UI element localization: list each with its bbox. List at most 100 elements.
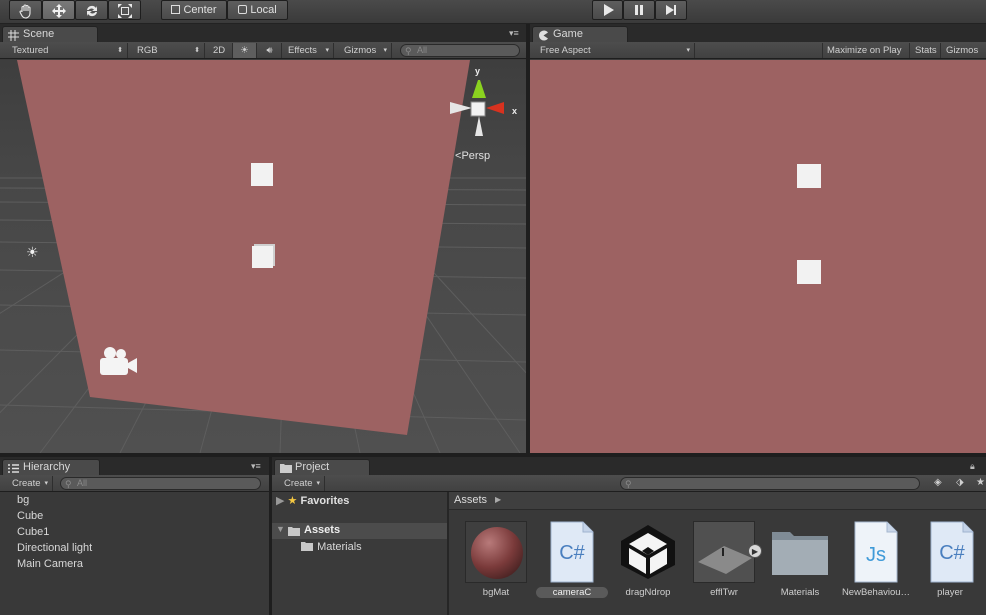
scale-icon — [117, 4, 132, 18]
expand-prefab-icon[interactable]: ▶ — [748, 544, 762, 558]
pacman-game-icon — [539, 30, 548, 41]
project-search-input[interactable]: ⚲ — [620, 477, 920, 490]
dropdown-arrow-icon: ▾ — [383, 47, 387, 54]
material-sphere-icon — [465, 521, 527, 583]
pivot-center-toggle[interactable]: Center — [161, 0, 227, 20]
tab-game[interactable]: Game — [532, 26, 628, 43]
project-create-dropdown[interactable]: Create ▾ — [280, 476, 325, 491]
speaker-icon: 🔊︎ — [266, 45, 273, 56]
gizmo-y-label: y — [475, 66, 481, 76]
asset-label: player — [937, 587, 963, 598]
scene-viewport[interactable]: ☀ y x <Persp — [0, 60, 526, 453]
gizmos-dropdown[interactable]: Gizmos ▾ — [340, 43, 392, 58]
tab-game-label: Game — [553, 28, 583, 40]
tab-hierarchy[interactable]: Hierarchy — [2, 459, 100, 476]
hierarchy-item-main-camera[interactable]: Main Camera — [17, 556, 83, 572]
hierarchy-item-cube1[interactable]: Cube1 — [17, 524, 49, 540]
favorites-node[interactable]: ▶ ★ Favorites — [276, 494, 349, 507]
project-control-bar: Create ▾ ⚲ ◈ ⬗ ★ — [272, 475, 986, 492]
filter-by-label-icon[interactable]: ⬗ — [956, 477, 964, 488]
main-camera-icon[interactable] — [96, 345, 140, 379]
pause-button[interactable] — [623, 0, 655, 20]
folder-icon — [288, 527, 300, 536]
tab-project[interactable]: Project — [274, 459, 370, 476]
hierarchy-create-dropdown[interactable]: Create ▾ — [8, 476, 53, 491]
game-cube-object — [797, 164, 821, 188]
render-mode-dropdown[interactable]: RGB ⬍ — [133, 43, 205, 58]
breadcrumb-assets[interactable]: Assets — [454, 494, 487, 506]
svg-text:C#: C# — [559, 542, 585, 564]
scale-tool-button[interactable] — [108, 0, 141, 20]
favorites-label: Favorites — [300, 495, 350, 507]
maximize-label: Maximize on Play — [827, 45, 902, 56]
project-tabbar: Project 🔒︎ — [272, 457, 986, 476]
projection-toggle[interactable]: <Persp — [455, 150, 490, 162]
dropdown-arrow-icon: ⬍ — [194, 47, 200, 54]
aspect-label: Free Aspect — [540, 45, 591, 56]
local-label: Local — [250, 4, 277, 16]
hierarchy-tabbar: Hierarchy ▾≡ — [0, 457, 269, 476]
game-control-bar: Free Aspect ▾ Maximize on Play Stats Gizm… — [530, 42, 986, 59]
hierarchy-item-bg[interactable]: bg — [17, 492, 29, 508]
hand-tool-button[interactable] — [9, 0, 42, 20]
shading-mode-dropdown[interactable]: Textured ⬍ — [8, 43, 128, 58]
game-viewport[interactable] — [530, 60, 986, 453]
orientation-gizmo[interactable] — [446, 64, 526, 140]
gizmos-label: Gizmos — [344, 45, 377, 56]
play-button[interactable] — [592, 0, 623, 20]
dropdown-arrow-icon: ▾ — [686, 47, 690, 54]
assets-node[interactable]: ▼ Assets — [272, 523, 447, 539]
pivot-label: Center — [183, 4, 217, 16]
breadcrumb: Assets ▶ — [449, 492, 986, 510]
asset-label: NewBehaviou… — [841, 587, 911, 598]
materials-label: Materials — [317, 541, 362, 553]
panel-menu-icon[interactable]: ▾≡ — [251, 461, 261, 472]
expand-arrow-icon: ▼ — [276, 524, 285, 534]
tab-scene[interactable]: Scene — [2, 26, 98, 43]
scene-audio-toggle[interactable]: 🔊︎ — [258, 43, 282, 58]
toggle-2d-label: 2D — [213, 45, 226, 56]
scene-lighting-toggle[interactable]: ☀ — [233, 43, 257, 58]
toggle-2d-button[interactable]: 2D — [209, 43, 233, 58]
hierarchy-item-directional-light[interactable]: Directional light — [17, 540, 92, 556]
pivot-local-toggle[interactable]: Local — [227, 0, 288, 20]
hierarchy-panel: Hierarchy ▾≡ Create ▾ ⚲ All bg Cube Cube1 … — [0, 457, 269, 615]
svg-text:C#: C# — [939, 542, 965, 564]
lock-icon[interactable]: 🔒︎ — [970, 461, 975, 472]
stats-toggle[interactable]: Stats — [911, 43, 941, 58]
panel-menu-icon[interactable]: ▾≡ — [509, 28, 519, 39]
cube-object[interactable] — [251, 163, 273, 186]
project-create-label: Create — [284, 478, 313, 489]
scene-search-input[interactable]: ⚲ All — [400, 44, 520, 57]
chevron-right-icon: ▶ — [495, 495, 502, 504]
game-tabbar: Game — [530, 24, 986, 43]
main-toolbar: Center Local — [0, 0, 986, 24]
scene-tabbar: Scene ▾≡ — [0, 24, 527, 43]
shading-mode-label: Textured — [12, 45, 49, 56]
hierarchy-search-placeholder: All — [77, 478, 88, 488]
dropdown-arrow-icon: ▾ — [44, 480, 48, 487]
game-gizmos-toggle[interactable]: Gizmos — [942, 43, 986, 58]
scene-control-bar: Textured ⬍ RGB ⬍ 2D ☀ 🔊︎ Effects ▾ Gizmos ▾ … — [0, 42, 527, 59]
rotate-tool-button[interactable] — [75, 0, 108, 20]
favorite-star-icon[interactable]: ★ — [976, 477, 985, 488]
step-button[interactable] — [655, 0, 687, 20]
filter-by-type-icon[interactable]: ◈ — [934, 477, 942, 488]
rotate-icon — [86, 5, 97, 17]
folder-icon — [772, 532, 828, 575]
maximize-on-play-toggle[interactable]: Maximize on Play — [822, 43, 910, 58]
csharp-script-icon: C# — [930, 521, 974, 583]
hierarchy-search-input[interactable]: ⚲ All — [60, 477, 261, 490]
cube1-object[interactable] — [252, 246, 273, 268]
dropdown-arrow-icon: ⬍ — [117, 47, 123, 54]
aspect-dropdown[interactable]: Free Aspect ▾ — [536, 43, 695, 58]
expand-arrow-icon: ▶ — [276, 495, 285, 507]
hierarchy-create-label: Create — [12, 478, 41, 489]
move-tool-button[interactable] — [42, 0, 75, 20]
panel-divider[interactable] — [447, 492, 449, 615]
hierarchy-item-cube[interactable]: Cube — [17, 508, 43, 524]
hierarchy-control-bar: Create ▾ ⚲ All — [0, 475, 269, 492]
directional-light-icon[interactable]: ☀ — [26, 244, 39, 261]
materials-node[interactable]: Materials — [300, 541, 362, 553]
effects-dropdown[interactable]: Effects ▾ — [284, 43, 334, 58]
